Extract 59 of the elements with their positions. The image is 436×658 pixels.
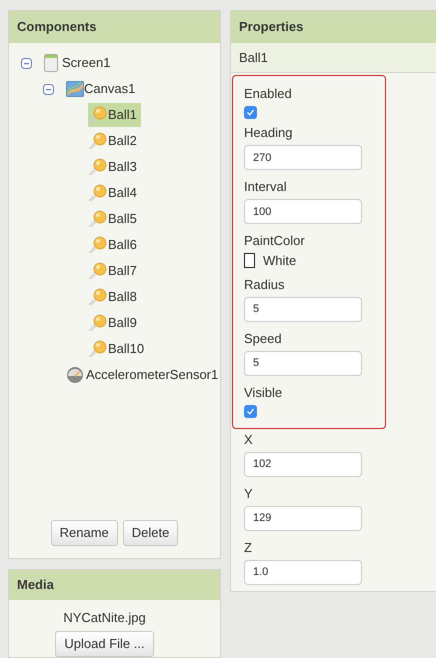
tree-item[interactable]: Ball1	[88, 103, 141, 127]
tree-item[interactable]: Ball10	[88, 337, 148, 361]
text-field[interactable]: 102	[244, 452, 362, 476]
panel-header: Properties	[231, 11, 436, 43]
property-label: Speed	[244, 330, 282, 346]
property-label: Radius	[244, 276, 284, 292]
text-field[interactable]: 5	[244, 350, 362, 376]
check-icon	[246, 406, 255, 416]
media-file[interactable]: NYCatNite.jpg	[63, 608, 146, 627]
collapse-icon[interactable]	[21, 58, 32, 68]
tree-item[interactable]: Ball2	[88, 129, 141, 153]
checkbox[interactable]	[244, 404, 257, 418]
tree-item[interactable]: Ball5	[88, 207, 141, 231]
tree-item[interactable]: Ball4	[88, 181, 141, 205]
ball-icon	[88, 184, 108, 202]
ball-icon	[88, 132, 108, 150]
ball-icon	[88, 106, 108, 124]
panel-button[interactable]: Delete	[122, 520, 178, 546]
text-field[interactable]: 5	[244, 296, 362, 322]
property-label: Z	[244, 540, 252, 556]
ball-icon	[88, 210, 108, 228]
tree-item[interactable]: Ball3	[88, 155, 141, 179]
tree-item[interactable]: Ball9	[88, 311, 141, 335]
property-label: Interval	[244, 179, 287, 195]
property-label: Visible	[244, 384, 282, 400]
component-name: Ball1	[231, 43, 436, 73]
tree-item[interactable]: Screen1	[44, 51, 114, 75]
tree-item[interactable]: Canvas1	[66, 77, 140, 101]
text-field[interactable]: 1.0	[244, 560, 362, 584]
property-label: Heading	[244, 125, 292, 141]
checkbox[interactable]	[244, 106, 257, 119]
panel-header: Components	[9, 11, 220, 43]
property-label: Enabled	[244, 86, 292, 102]
tree-item[interactable]: Ball8	[88, 285, 141, 309]
property-label: PaintColor	[244, 233, 305, 249]
property-label: X	[244, 432, 253, 448]
text-field[interactable]: 270	[244, 145, 362, 170]
gauge-icon	[66, 366, 84, 384]
color-swatch[interactable]	[244, 253, 255, 268]
ball-icon	[88, 236, 108, 254]
ball-icon	[88, 158, 108, 176]
text-field[interactable]: 100	[244, 199, 362, 224]
collapse-icon[interactable]	[43, 84, 54, 94]
ball-icon	[88, 314, 108, 332]
tree-item[interactable]: Ball6	[88, 233, 141, 257]
tree-item[interactable]: AccelerometerSensor1	[66, 363, 222, 387]
ball-icon	[88, 262, 108, 280]
property-label: Y	[244, 486, 253, 502]
panel-button[interactable]: Rename	[50, 520, 118, 546]
check-icon	[246, 108, 255, 117]
panel-header: Media	[9, 570, 220, 600]
ball-icon	[88, 288, 108, 306]
color-name: White	[263, 252, 296, 270]
ball-icon	[88, 340, 108, 358]
phone-icon	[44, 54, 58, 72]
text-field[interactable]: 129	[244, 506, 362, 530]
tree-item[interactable]: Ball7	[88, 259, 141, 283]
upload-button[interactable]: Upload File ...	[55, 631, 154, 657]
canvas-icon	[66, 81, 84, 97]
